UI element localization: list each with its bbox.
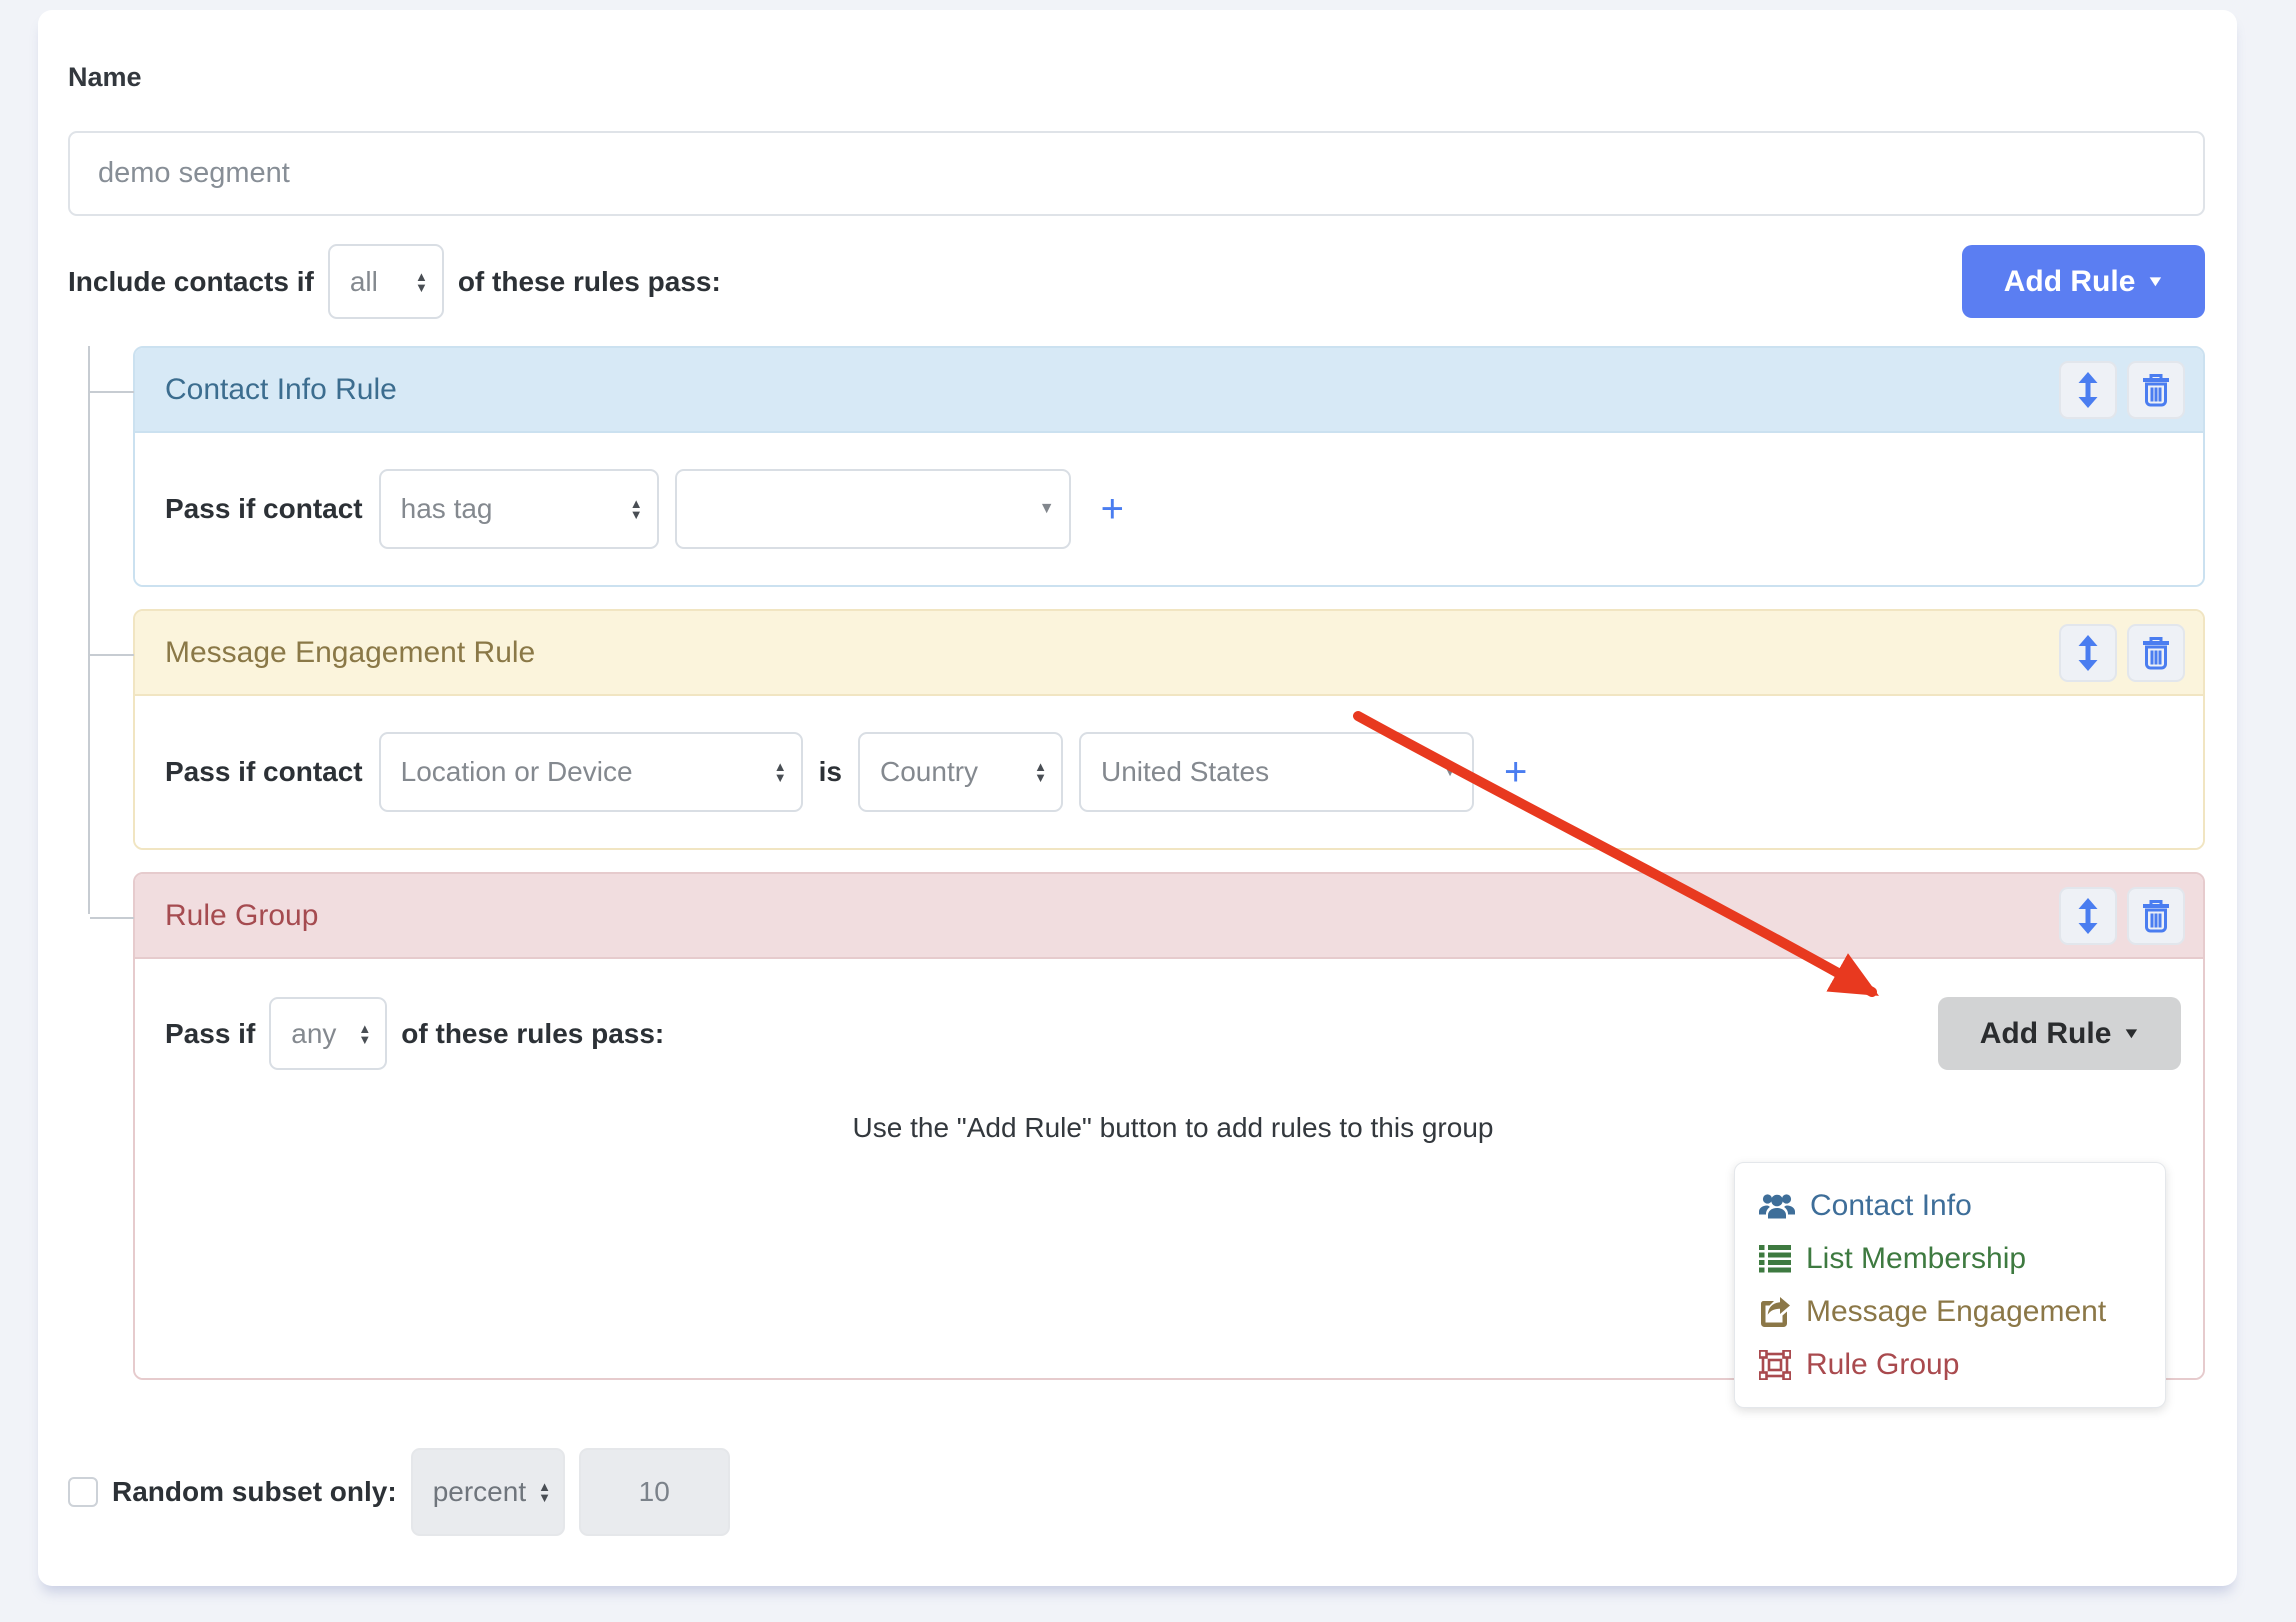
rule-panel-rule-group: Rule Group Pass if bbox=[133, 872, 2205, 1380]
select-spinner-icon: ▲▼ bbox=[774, 761, 787, 783]
move-vertical-icon bbox=[2075, 898, 2101, 934]
match-type-value: all bbox=[350, 266, 378, 298]
select-spinner-icon: ▲▼ bbox=[538, 1481, 551, 1503]
group-empty-state-text: Use the "Add Rule" button to add rules t… bbox=[165, 1112, 2181, 1144]
dropdown-arrow-icon: ▼ bbox=[1442, 763, 1458, 781]
trash-icon bbox=[2141, 899, 2171, 933]
random-subset-checkbox[interactable] bbox=[68, 1477, 98, 1507]
move-vertical-icon bbox=[2075, 635, 2101, 671]
trash-icon bbox=[2141, 373, 2171, 407]
list-icon bbox=[1759, 1244, 1791, 1274]
add-rule-button[interactable]: Add Rule ▼ bbox=[1962, 245, 2205, 318]
engagement-subfield-select[interactable]: Country ▲▼ bbox=[858, 732, 1063, 812]
menu-item-label: Rule Group bbox=[1806, 1348, 1959, 1382]
select-spinner-icon: ▲▼ bbox=[630, 498, 643, 520]
trash-icon bbox=[2141, 636, 2171, 670]
tag-value-select[interactable]: ▼ bbox=[675, 469, 1071, 549]
random-subset-row: Random subset only: percent ▲▼ bbox=[68, 1448, 2205, 1536]
rule-title: Rule Group bbox=[165, 899, 2049, 933]
delete-rule-button[interactable] bbox=[2127, 624, 2185, 682]
rule-group-header: Rule Group bbox=[135, 874, 2203, 959]
rule-panel-message-engagement: Message Engagement Rule Pass if c bbox=[133, 609, 2205, 850]
rule-title: Message Engagement Rule bbox=[165, 636, 2049, 670]
rule-title: Contact Info Rule bbox=[165, 373, 2049, 407]
menu-item-message-engagement[interactable]: Message Engagement bbox=[1759, 1285, 2141, 1338]
connector-label: is bbox=[819, 756, 842, 788]
move-rule-button[interactable] bbox=[2059, 624, 2117, 682]
rule-group-body: Pass if any ▲▼ of these rules pass: Add … bbox=[135, 959, 2203, 1378]
subfield-value: Country bbox=[880, 756, 978, 788]
name-label: Name bbox=[68, 62, 2205, 93]
contact-info-rule-body: Pass if contact has tag ▲▼ ▼ + bbox=[135, 433, 2203, 585]
delete-rule-button[interactable] bbox=[2127, 887, 2185, 945]
caret-down-icon: ▼ bbox=[2122, 1025, 2141, 1042]
match-type-select[interactable]: all ▲▼ bbox=[328, 244, 444, 319]
contact-info-rule-header: Contact Info Rule bbox=[135, 348, 2203, 433]
menu-item-label: Message Engagement bbox=[1806, 1295, 2106, 1329]
include-prefix-label: Include contacts if bbox=[68, 266, 314, 298]
menu-item-label: List Membership bbox=[1806, 1242, 2026, 1276]
move-rule-button[interactable] bbox=[2059, 887, 2117, 945]
tree-connector-line bbox=[88, 346, 90, 914]
select-spinner-icon: ▲▼ bbox=[358, 1023, 371, 1045]
dropdown-arrow-icon: ▼ bbox=[1039, 500, 1055, 518]
engagement-field-select[interactable]: Location or Device ▲▼ bbox=[379, 732, 803, 812]
field-value: Location or Device bbox=[401, 756, 633, 788]
message-engagement-rule-header: Message Engagement Rule bbox=[135, 611, 2203, 696]
menu-item-rule-group[interactable]: Rule Group bbox=[1759, 1338, 2141, 1391]
group-add-rule-button[interactable]: Add Rule ▼ bbox=[1938, 997, 2181, 1070]
include-suffix-label: of these rules pass: bbox=[458, 266, 721, 298]
menu-item-list-membership[interactable]: List Membership bbox=[1759, 1232, 2141, 1285]
country-value: United States bbox=[1101, 756, 1269, 788]
delete-rule-button[interactable] bbox=[2127, 361, 2185, 419]
segment-editor-card: Name Include contacts if all ▲▼ of these… bbox=[38, 10, 2237, 1586]
object-group-icon bbox=[1759, 1350, 1791, 1380]
move-vertical-icon bbox=[2075, 372, 2101, 408]
select-spinner-icon: ▲▼ bbox=[1034, 761, 1047, 783]
select-spinner-icon: ▲▼ bbox=[415, 271, 428, 293]
random-subset-label: Random subset only: bbox=[112, 1476, 397, 1508]
group-match-value: any bbox=[291, 1018, 336, 1050]
add-condition-button[interactable]: + bbox=[1101, 489, 1124, 529]
segment-name-input[interactable] bbox=[68, 131, 2205, 216]
move-rule-button[interactable] bbox=[2059, 361, 2117, 419]
menu-item-label: Contact Info bbox=[1810, 1189, 1972, 1223]
contact-operator-select[interactable]: has tag ▲▼ bbox=[379, 469, 659, 549]
operator-value: has tag bbox=[401, 493, 493, 525]
caret-down-icon: ▼ bbox=[2146, 273, 2165, 290]
rule-panel-contact-info: Contact Info Rule Pass if contact bbox=[133, 346, 2205, 587]
engagement-value-select[interactable]: United States ▼ bbox=[1079, 732, 1474, 812]
rule-row-label: Pass if contact bbox=[165, 493, 363, 525]
add-rule-menu: Contact Info List Membership bbox=[1734, 1162, 2166, 1408]
add-condition-button[interactable]: + bbox=[1504, 752, 1527, 792]
group-match-select[interactable]: any ▲▼ bbox=[269, 997, 387, 1070]
group-suffix-label: of these rules pass: bbox=[401, 1018, 664, 1050]
rules-tree: Contact Info Rule Pass if contact bbox=[133, 346, 2205, 1380]
menu-item-contact-info[interactable]: Contact Info bbox=[1759, 1179, 2141, 1232]
rule-row-label: Pass if contact bbox=[165, 756, 363, 788]
subset-amount-input[interactable] bbox=[579, 1448, 730, 1536]
users-icon bbox=[1759, 1191, 1795, 1221]
message-engagement-rule-body: Pass if contact Location or Device ▲▼ is… bbox=[135, 696, 2203, 848]
subset-unit-select[interactable]: percent ▲▼ bbox=[411, 1448, 565, 1536]
group-prefix-label: Pass if bbox=[165, 1018, 255, 1050]
share-icon bbox=[1759, 1297, 1791, 1327]
include-row: Include contacts if all ▲▼ of these rule… bbox=[68, 244, 2205, 319]
group-match-row: Pass if any ▲▼ of these rules pass: Add … bbox=[165, 997, 2181, 1070]
subset-unit-value: percent bbox=[433, 1476, 526, 1508]
